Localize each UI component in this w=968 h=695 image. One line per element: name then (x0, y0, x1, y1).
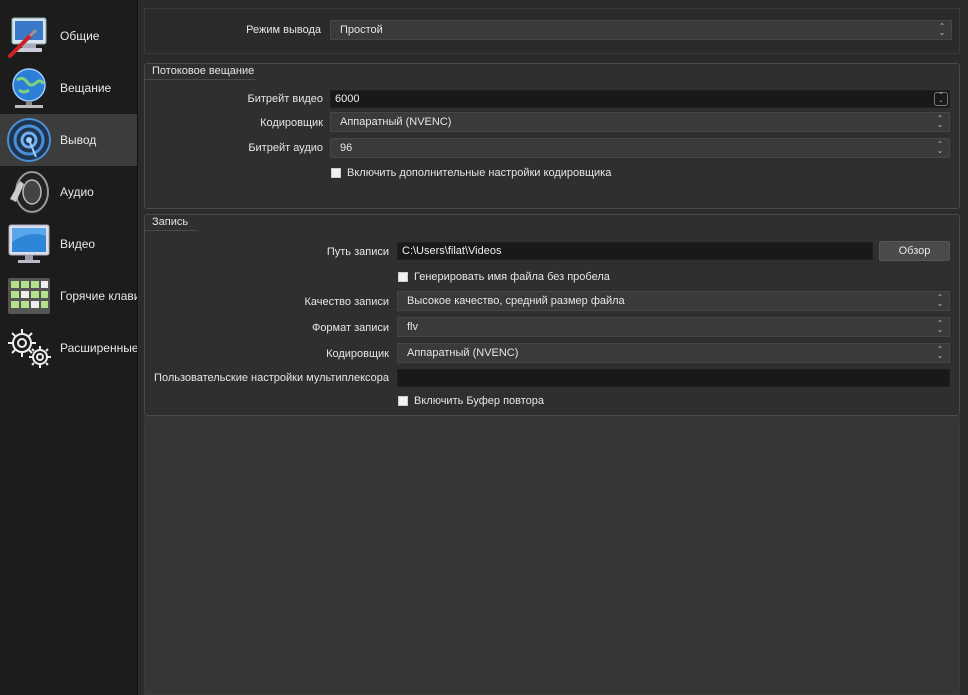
checkbox-box[interactable] (398, 396, 408, 406)
sidebar-item-output[interactable]: Вывод (0, 114, 137, 166)
recording-group: Запись Путь записи C:\Users\filat\Videos… (144, 214, 960, 416)
checkbox-box[interactable] (398, 272, 408, 282)
sidebar-item-video[interactable]: Видео (0, 218, 137, 270)
sidebar-item-label: Аудио (60, 185, 94, 199)
output-mode-label: Режим вывода (246, 24, 321, 36)
keyboard-icon (4, 271, 54, 321)
output-signal-icon (4, 115, 54, 165)
settings-sidebar: Общие Вещание Вывод Аудио Видео Горячие … (0, 0, 138, 695)
empty-area (144, 416, 960, 695)
checkbox-box[interactable] (331, 168, 341, 178)
streaming-group: Потоковое вещание Битрейт видео 6000 ⌃ ⌄ … (144, 63, 960, 209)
recording-group-title: Запись (152, 216, 193, 228)
chevron-updown-icon: ⌃ ⌄ (936, 345, 944, 360)
monitor-icon (4, 219, 54, 269)
speaker-icon (4, 167, 54, 217)
no-space-filename-checkbox[interactable]: Генерировать имя файла без пробела (398, 271, 610, 283)
video-bitrate-label: Битрейт видео (247, 93, 323, 105)
chevron-updown-icon: ⌃ ⌄ (936, 293, 944, 308)
output-settings-panel: Режим вывода Простой ⌃ ⌄ Потоковое вещани… (144, 8, 960, 695)
audio-bitrate-label: Битрейт аудио (248, 142, 323, 154)
chevron-updown-icon: ⌃ ⌄ (938, 22, 946, 37)
sidebar-item-audio[interactable]: Аудио (0, 166, 137, 218)
globe-broadcast-icon (4, 63, 54, 113)
gears-icon (4, 323, 54, 373)
sidebar-item-label: Горячие клавиши (60, 289, 137, 303)
recording-path-field[interactable]: C:\Users\filat\Videos (397, 242, 873, 260)
recording-quality-select[interactable]: Высокое качество, средний размер файла ⌃… (397, 291, 950, 311)
sidebar-item-label: Видео (60, 237, 96, 251)
recording-format-select[interactable]: flv ⌃ ⌄ (397, 317, 950, 337)
sidebar-item-label: Расширенные (60, 341, 138, 355)
output-mode-select[interactable]: Простой ⌃ ⌄ (330, 20, 952, 40)
muxer-settings-field[interactable] (397, 369, 950, 387)
sidebar-item-label: Вещание (60, 81, 112, 95)
sidebar-item-label: Вывод (60, 133, 97, 147)
recording-quality-label: Качество записи (304, 296, 389, 308)
replay-buffer-checkbox[interactable]: Включить Буфер повтора (398, 395, 544, 407)
sidebar-item-advanced[interactable]: Расширенные (0, 322, 137, 374)
spin-arrows-icon[interactable]: ⌃ ⌄ (934, 92, 948, 106)
stream-encoder-label: Кодировщик (260, 117, 323, 129)
chevron-updown-icon: ⌃ ⌄ (936, 140, 944, 155)
muxer-settings-label: Пользовательские настройки мультиплексор… (154, 372, 389, 384)
recording-path-label: Путь записи (326, 246, 389, 258)
sidebar-item-label: Общие (60, 29, 100, 43)
chevron-updown-icon: ⌃ ⌄ (936, 319, 944, 334)
general-settings-icon (4, 11, 54, 61)
sidebar-item-hotkeys[interactable]: Горячие клавиши (0, 270, 137, 322)
output-mode-bar: Режим вывода Простой ⌃ ⌄ (144, 8, 960, 54)
sidebar-item-general[interactable]: Общие (0, 10, 137, 62)
chevron-updown-icon: ⌃ ⌄ (936, 114, 944, 129)
recording-encoder-label: Кодировщик (326, 348, 389, 360)
browse-button[interactable]: Обзор (879, 241, 950, 261)
advanced-encoder-checkbox[interactable]: Включить дополнительные настройки кодиро… (331, 167, 611, 179)
streaming-group-title: Потоковое вещание (152, 65, 259, 77)
stream-encoder-select[interactable]: Аппаратный (NVENC) ⌃ ⌄ (330, 112, 950, 132)
video-bitrate-spinbox[interactable]: 6000 ⌃ ⌄ (330, 90, 950, 108)
recording-format-label: Формат записи (311, 322, 389, 334)
audio-bitrate-select[interactable]: 96 ⌃ ⌄ (330, 138, 950, 158)
sidebar-item-stream[interactable]: Вещание (0, 62, 137, 114)
recording-encoder-select[interactable]: Аппаратный (NVENC) ⌃ ⌄ (397, 343, 950, 363)
